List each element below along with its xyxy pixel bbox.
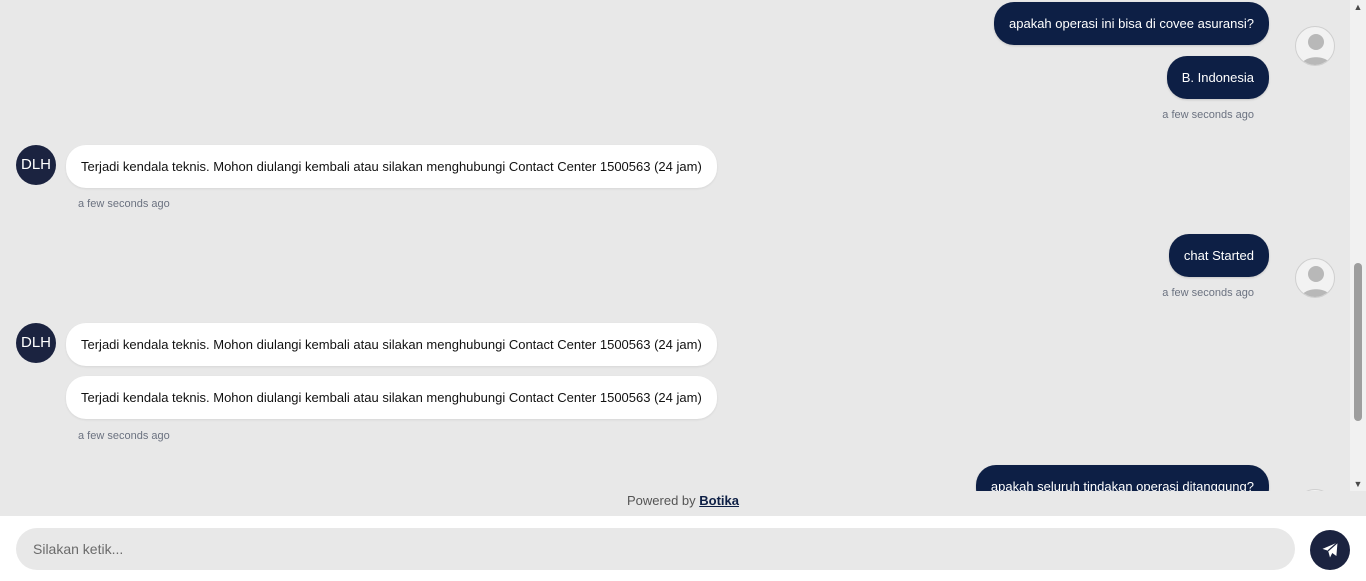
user-avatar-icon — [1295, 26, 1335, 66]
bot-avatar: DLH — [16, 145, 56, 185]
user-message-bubble: apakah seluruh tindakan operasi ditanggu… — [975, 465, 1269, 491]
bot-message-bubble: Terjadi kendala teknis. Mohon diulangi k… — [66, 145, 717, 188]
bot-message-bubble: Terjadi kendala teknis. Mohon diulangi k… — [66, 323, 717, 366]
message-timestamp: a few seconds ago — [1162, 287, 1254, 299]
paper-plane-icon — [1322, 542, 1338, 558]
send-button[interactable] — [1310, 530, 1350, 570]
scrollbar-thumb[interactable] — [1354, 263, 1362, 421]
chat-scrollbar[interactable]: ▲ ▼ — [1350, 0, 1366, 491]
user-message-bubble: apakah operasi ini bisa di covee asurans… — [994, 2, 1269, 45]
message-timestamp: a few seconds ago — [78, 198, 170, 210]
scroll-up-icon[interactable]: ▲ — [1350, 0, 1366, 14]
bot-message-bubble: Terjadi kendala teknis. Mohon diulangi k… — [66, 376, 717, 419]
scroll-down-icon[interactable]: ▼ — [1350, 477, 1366, 491]
chat-messages-area: apakah operasi ini bisa di covee asurans… — [0, 0, 1350, 491]
user-message-bubble: B. Indonesia — [1166, 56, 1269, 99]
powered-by-label: Powered by — [626, 493, 696, 508]
powered-by-footer: Powered by Botika — [0, 491, 1366, 516]
user-avatar-icon — [1295, 258, 1335, 298]
message-input[interactable] — [16, 528, 1295, 570]
botika-link[interactable]: Botika — [699, 493, 739, 508]
user-message-bubble: chat Started — [1168, 234, 1269, 277]
composer-bar — [0, 516, 1366, 581]
message-timestamp: a few seconds ago — [1162, 109, 1254, 121]
bot-avatar: DLH — [16, 323, 56, 363]
message-timestamp: a few seconds ago — [78, 430, 170, 442]
